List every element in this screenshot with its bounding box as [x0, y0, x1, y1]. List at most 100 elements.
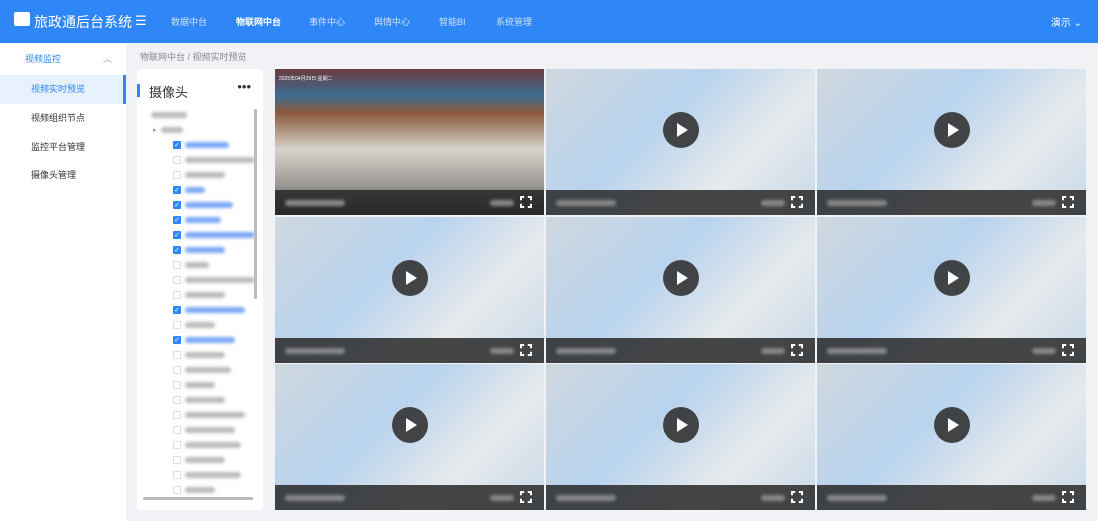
camera-name [185, 352, 225, 358]
play-icon[interactable] [392, 407, 428, 443]
camera-tree-item[interactable]: ✓ [173, 229, 255, 241]
video-tile[interactable] [275, 217, 544, 363]
sidebar-item-platform[interactable]: 监控平台管理 [0, 133, 126, 162]
play-icon[interactable] [663, 112, 699, 148]
checkbox[interactable] [173, 276, 181, 284]
camera-tree-item[interactable]: ✓ [173, 184, 205, 196]
play-icon[interactable] [663, 260, 699, 296]
tree-root[interactable] [151, 109, 187, 121]
checkbox[interactable]: ✓ [173, 306, 181, 314]
checkbox[interactable] [173, 396, 181, 404]
checkbox[interactable]: ✓ [173, 186, 181, 194]
camera-tree-item[interactable]: ✓ [173, 214, 221, 226]
camera-tree-item[interactable] [173, 409, 245, 421]
camera-tree-item[interactable] [173, 439, 241, 451]
checkbox[interactable]: ✓ [173, 216, 181, 224]
checkbox[interactable]: ✓ [173, 231, 181, 239]
camera-tree-item[interactable] [173, 154, 255, 166]
camera-tree-item[interactable] [173, 319, 215, 331]
nav-system[interactable]: 系统管理 [496, 15, 532, 28]
fullscreen-icon[interactable] [1062, 196, 1074, 208]
video-tile[interactable] [546, 69, 815, 215]
camera-tree-item[interactable]: ✓ [173, 334, 235, 346]
checkbox[interactable] [173, 381, 181, 389]
tree-node[interactable]: ▸ [153, 124, 183, 136]
checkbox[interactable] [173, 411, 181, 419]
checkbox[interactable] [173, 426, 181, 434]
fullscreen-icon[interactable] [520, 491, 532, 503]
video-tile[interactable] [817, 364, 1086, 510]
video-tile[interactable] [817, 69, 1086, 215]
checkbox[interactable] [173, 291, 181, 299]
fullscreen-icon[interactable] [1062, 344, 1074, 356]
camera-tree-item[interactable] [173, 364, 231, 376]
camera-tree-item[interactable]: ✓ [173, 244, 225, 256]
camera-tree-item[interactable] [173, 169, 225, 181]
vertical-scrollbar[interactable] [254, 109, 257, 299]
checkbox[interactable] [173, 486, 181, 494]
sidebar-item-preview[interactable]: 视频实时预览 [0, 75, 126, 104]
video-tile[interactable] [275, 364, 544, 510]
camera-tree-item[interactable] [173, 454, 225, 466]
nav-events[interactable]: 事件中心 [309, 15, 345, 28]
video-tile[interactable] [817, 217, 1086, 363]
checkbox[interactable]: ✓ [173, 141, 181, 149]
camera-tree-item[interactable] [173, 259, 209, 271]
nav-iot[interactable]: 物联网中台 [236, 15, 281, 28]
play-icon[interactable] [934, 407, 970, 443]
video-tile[interactable] [546, 364, 815, 510]
play-icon[interactable] [392, 260, 428, 296]
checkbox[interactable] [173, 261, 181, 269]
camera-name [185, 367, 231, 373]
play-icon[interactable] [663, 407, 699, 443]
camera-tree-item[interactable] [173, 349, 225, 361]
play-icon[interactable] [934, 260, 970, 296]
nav-bi[interactable]: 智能BI [439, 15, 466, 28]
camera-tree-item[interactable] [173, 484, 215, 496]
camera-name [185, 412, 245, 418]
camera-tree-item[interactable] [173, 379, 215, 391]
nav-opinion[interactable]: 舆情中心 [374, 15, 410, 28]
camera-name [185, 472, 241, 478]
video-caption-bar [275, 190, 544, 215]
fullscreen-icon[interactable] [791, 344, 803, 356]
camera-name [185, 322, 215, 328]
checkbox[interactable] [173, 321, 181, 329]
checkbox[interactable] [173, 171, 181, 179]
video-tile[interactable]: 2025年04月29日 星期二 [275, 69, 544, 215]
more-icon[interactable]: ••• [237, 79, 251, 94]
video-tile[interactable] [546, 217, 815, 363]
sidebar-item-nodes[interactable]: 视频组织节点 [0, 104, 126, 133]
checkbox[interactable] [173, 441, 181, 449]
camera-status [1032, 495, 1056, 501]
camera-tree-item[interactable]: ✓ [173, 304, 245, 316]
fullscreen-icon[interactable] [520, 344, 532, 356]
checkbox[interactable]: ✓ [173, 246, 181, 254]
title-accent [137, 84, 140, 97]
sidebar-item-cameras[interactable]: 摄像头管理 [0, 161, 126, 190]
camera-tree-item[interactable] [173, 394, 225, 406]
checkbox[interactable] [173, 351, 181, 359]
fullscreen-icon[interactable] [791, 491, 803, 503]
camera-tree-item[interactable] [173, 469, 241, 481]
menu-toggle-icon[interactable]: ☰ [135, 13, 147, 29]
user-menu[interactable]: 演示 ⌄ [1051, 14, 1082, 29]
checkbox[interactable] [173, 366, 181, 374]
checkbox[interactable]: ✓ [173, 201, 181, 209]
fullscreen-icon[interactable] [520, 196, 532, 208]
camera-tree-item[interactable] [173, 274, 255, 286]
camera-tree-item[interactable] [173, 424, 235, 436]
checkbox[interactable] [173, 156, 181, 164]
nav-data[interactable]: 数据中台 [171, 15, 207, 28]
camera-tree-item[interactable]: ✓ [173, 199, 233, 211]
checkbox[interactable] [173, 456, 181, 464]
horizontal-scrollbar[interactable] [143, 497, 253, 500]
play-icon[interactable] [934, 112, 970, 148]
camera-tree-item[interactable]: ✓ [173, 139, 229, 151]
sidebar-group-video[interactable]: 视频监控 ︿ [0, 45, 126, 74]
checkbox[interactable] [173, 471, 181, 479]
camera-tree-item[interactable] [173, 289, 225, 301]
checkbox[interactable]: ✓ [173, 336, 181, 344]
fullscreen-icon[interactable] [1062, 491, 1074, 503]
fullscreen-icon[interactable] [791, 196, 803, 208]
